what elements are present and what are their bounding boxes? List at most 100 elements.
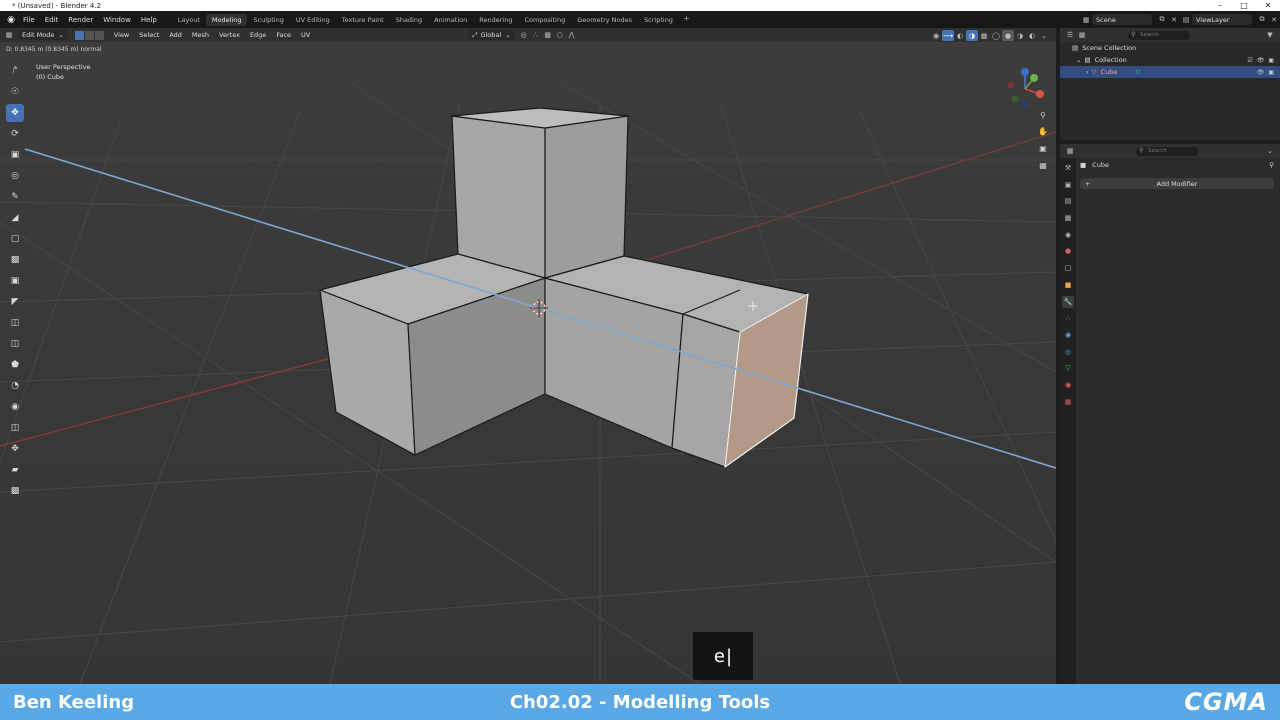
- poly-build-tool-icon[interactable]: ⬟: [6, 356, 24, 374]
- checkbox-icon[interactable]: ☑: [1247, 57, 1252, 64]
- menu-file[interactable]: File: [18, 16, 40, 24]
- tree-collection[interactable]: ⌄ ▤ Collection ☑ 👁 ▣: [1060, 54, 1280, 66]
- tab-scripting[interactable]: Scripting: [638, 14, 679, 26]
- gizmo-icon[interactable]: ⟶: [942, 30, 954, 41]
- proportional-edit-icon[interactable]: ○: [554, 30, 566, 41]
- scene-tab-icon[interactable]: ◉: [1062, 229, 1074, 241]
- rip-tool-icon[interactable]: ▩: [6, 482, 24, 500]
- menu-edit[interactable]: Edit: [40, 16, 64, 24]
- editor-type-icon[interactable]: ▦: [3, 30, 15, 41]
- output-tab-icon[interactable]: ▤: [1062, 195, 1074, 207]
- texture-tab-icon[interactable]: ▦: [1062, 396, 1074, 408]
- world-tab-icon[interactable]: ●: [1062, 245, 1074, 257]
- smooth-tool-icon[interactable]: ◉: [6, 398, 24, 416]
- delete-scene-icon[interactable]: ✕: [1168, 14, 1180, 25]
- collection-tab-icon[interactable]: □: [1062, 262, 1074, 274]
- outliner-editor-icon[interactable]: ☰: [1064, 30, 1076, 41]
- transform-tool-icon[interactable]: ◎: [6, 167, 24, 185]
- tab-texture-paint[interactable]: Texture Paint: [336, 14, 390, 26]
- scale-tool-icon[interactable]: ▣: [6, 146, 24, 164]
- mesh-data-icon[interactable]: ▽: [1135, 68, 1140, 76]
- snap-target-icon[interactable]: ▦: [542, 30, 554, 41]
- properties-editor-icon[interactable]: ▦: [1064, 146, 1076, 157]
- view-layer-tab-icon[interactable]: ▦: [1062, 212, 1074, 224]
- rendered-shading-icon[interactable]: ◐: [1026, 30, 1038, 41]
- tab-modeling[interactable]: Modeling: [205, 13, 248, 26]
- menu-edge[interactable]: Edge: [245, 31, 271, 39]
- visibility-icon[interactable]: ◉: [930, 30, 942, 41]
- spin-tool-icon[interactable]: ◔: [6, 377, 24, 395]
- add-modifier-button[interactable]: + Add Modifier: [1080, 178, 1274, 189]
- cursor-tool-icon[interactable]: ☉: [6, 83, 24, 101]
- bevel-tool-icon[interactable]: ◤: [6, 293, 24, 311]
- camera-icon[interactable]: ▣: [1268, 57, 1274, 64]
- chevron-down-icon[interactable]: ⌄: [1264, 146, 1276, 157]
- knife-tool-icon[interactable]: ◫: [6, 335, 24, 353]
- inset-tool-icon[interactable]: ▣: [6, 272, 24, 290]
- mode-dropdown[interactable]: Edit Mode ⌄: [18, 30, 68, 40]
- xray-icon[interactable]: ▩: [978, 30, 990, 41]
- tab-uv-editing[interactable]: UV Editing: [290, 14, 336, 26]
- pan-hand-icon[interactable]: ✋: [1036, 124, 1050, 138]
- menu-window[interactable]: Window: [98, 16, 136, 24]
- tab-animation[interactable]: Animation: [428, 14, 473, 26]
- solid-shading-icon[interactable]: ●: [1002, 30, 1014, 41]
- perspective-toggle-icon[interactable]: ▦: [1036, 158, 1050, 172]
- menu-face[interactable]: Face: [271, 31, 296, 39]
- tab-shading[interactable]: Shading: [390, 14, 428, 26]
- navigation-gizmo[interactable]: [1002, 66, 1048, 112]
- minimize-icon[interactable]: –: [1208, 0, 1232, 11]
- camera-view-icon[interactable]: ▣: [1036, 141, 1050, 155]
- shrink-fatten-tool-icon[interactable]: ✥: [6, 440, 24, 458]
- vertex-select-icon[interactable]: [74, 30, 85, 40]
- edge-slide-tool-icon[interactable]: ◫: [6, 419, 24, 437]
- maximize-icon[interactable]: □: [1232, 0, 1256, 11]
- menu-add[interactable]: Add: [164, 31, 187, 39]
- render-tab-icon[interactable]: ▣: [1062, 179, 1074, 191]
- tree-scene-collection[interactable]: ▤ Scene Collection: [1060, 42, 1280, 54]
- face-select-icon[interactable]: [94, 30, 105, 40]
- loop-cut-tool-icon[interactable]: ◫: [6, 314, 24, 332]
- move-tool-icon[interactable]: ✥: [6, 104, 24, 122]
- annotate-tool-icon[interactable]: ✎: [6, 188, 24, 206]
- properties-search-input[interactable]: ⚲ Search: [1136, 146, 1198, 156]
- pin-icon[interactable]: ⚲: [1269, 161, 1274, 169]
- zoom-icon[interactable]: ⚲: [1036, 108, 1050, 122]
- viewlayer-field[interactable]: ViewLayer: [1192, 14, 1252, 25]
- overlay-icon[interactable]: ◐: [954, 30, 966, 41]
- object-tab-icon[interactable]: ■: [1062, 279, 1074, 291]
- constraints-tab-icon[interactable]: ◎: [1062, 346, 1074, 358]
- eye-icon[interactable]: 👁: [1257, 57, 1265, 64]
- snap-icon[interactable]: ∴: [530, 30, 542, 41]
- tool-tab-icon[interactable]: ⚒: [1062, 162, 1074, 174]
- new-scene-icon[interactable]: ⧉: [1156, 14, 1168, 25]
- scene-icon[interactable]: ▦: [1080, 14, 1092, 25]
- menu-select[interactable]: Select: [134, 31, 164, 39]
- overlays-toggle-icon[interactable]: ◑: [966, 30, 978, 41]
- wireframe-shading-icon[interactable]: ◯: [990, 30, 1002, 41]
- material-shading-icon[interactable]: ◑: [1014, 30, 1026, 41]
- data-tab-icon[interactable]: ▽: [1062, 362, 1074, 374]
- 3d-viewport[interactable]: D: 0.8345 m (0.8345 m) normal User Persp…: [0, 42, 1056, 684]
- viewlayer-icon[interactable]: ▤: [1180, 14, 1192, 25]
- menu-help[interactable]: Help: [136, 16, 162, 24]
- camera-icon[interactable]: ▣: [1268, 69, 1274, 76]
- blender-logo-icon[interactable]: ◉: [4, 13, 18, 27]
- falloff-icon[interactable]: ⋀: [566, 30, 578, 41]
- new-viewlayer-icon[interactable]: ⧉: [1256, 14, 1268, 25]
- shear-tool-icon[interactable]: ▰: [6, 461, 24, 479]
- filter-icon[interactable]: ▼: [1264, 30, 1276, 41]
- tab-geometry-nodes[interactable]: Geometry Nodes: [571, 14, 638, 26]
- chevron-right-icon[interactable]: ›: [1086, 68, 1089, 76]
- delete-viewlayer-icon[interactable]: ✕: [1268, 14, 1280, 25]
- eye-icon[interactable]: 👁: [1257, 69, 1265, 76]
- material-tab-icon[interactable]: ◉: [1062, 379, 1074, 391]
- close-icon[interactable]: ✕: [1256, 0, 1280, 11]
- menu-vertex[interactable]: Vertex: [214, 31, 245, 39]
- edge-select-icon[interactable]: [84, 30, 95, 40]
- tab-layout[interactable]: Layout: [172, 14, 206, 26]
- pivot-icon[interactable]: ◎: [518, 30, 530, 41]
- display-mode-icon[interactable]: ▦: [1076, 30, 1088, 41]
- menu-render[interactable]: Render: [63, 16, 98, 24]
- tab-rendering[interactable]: Rendering: [473, 14, 518, 26]
